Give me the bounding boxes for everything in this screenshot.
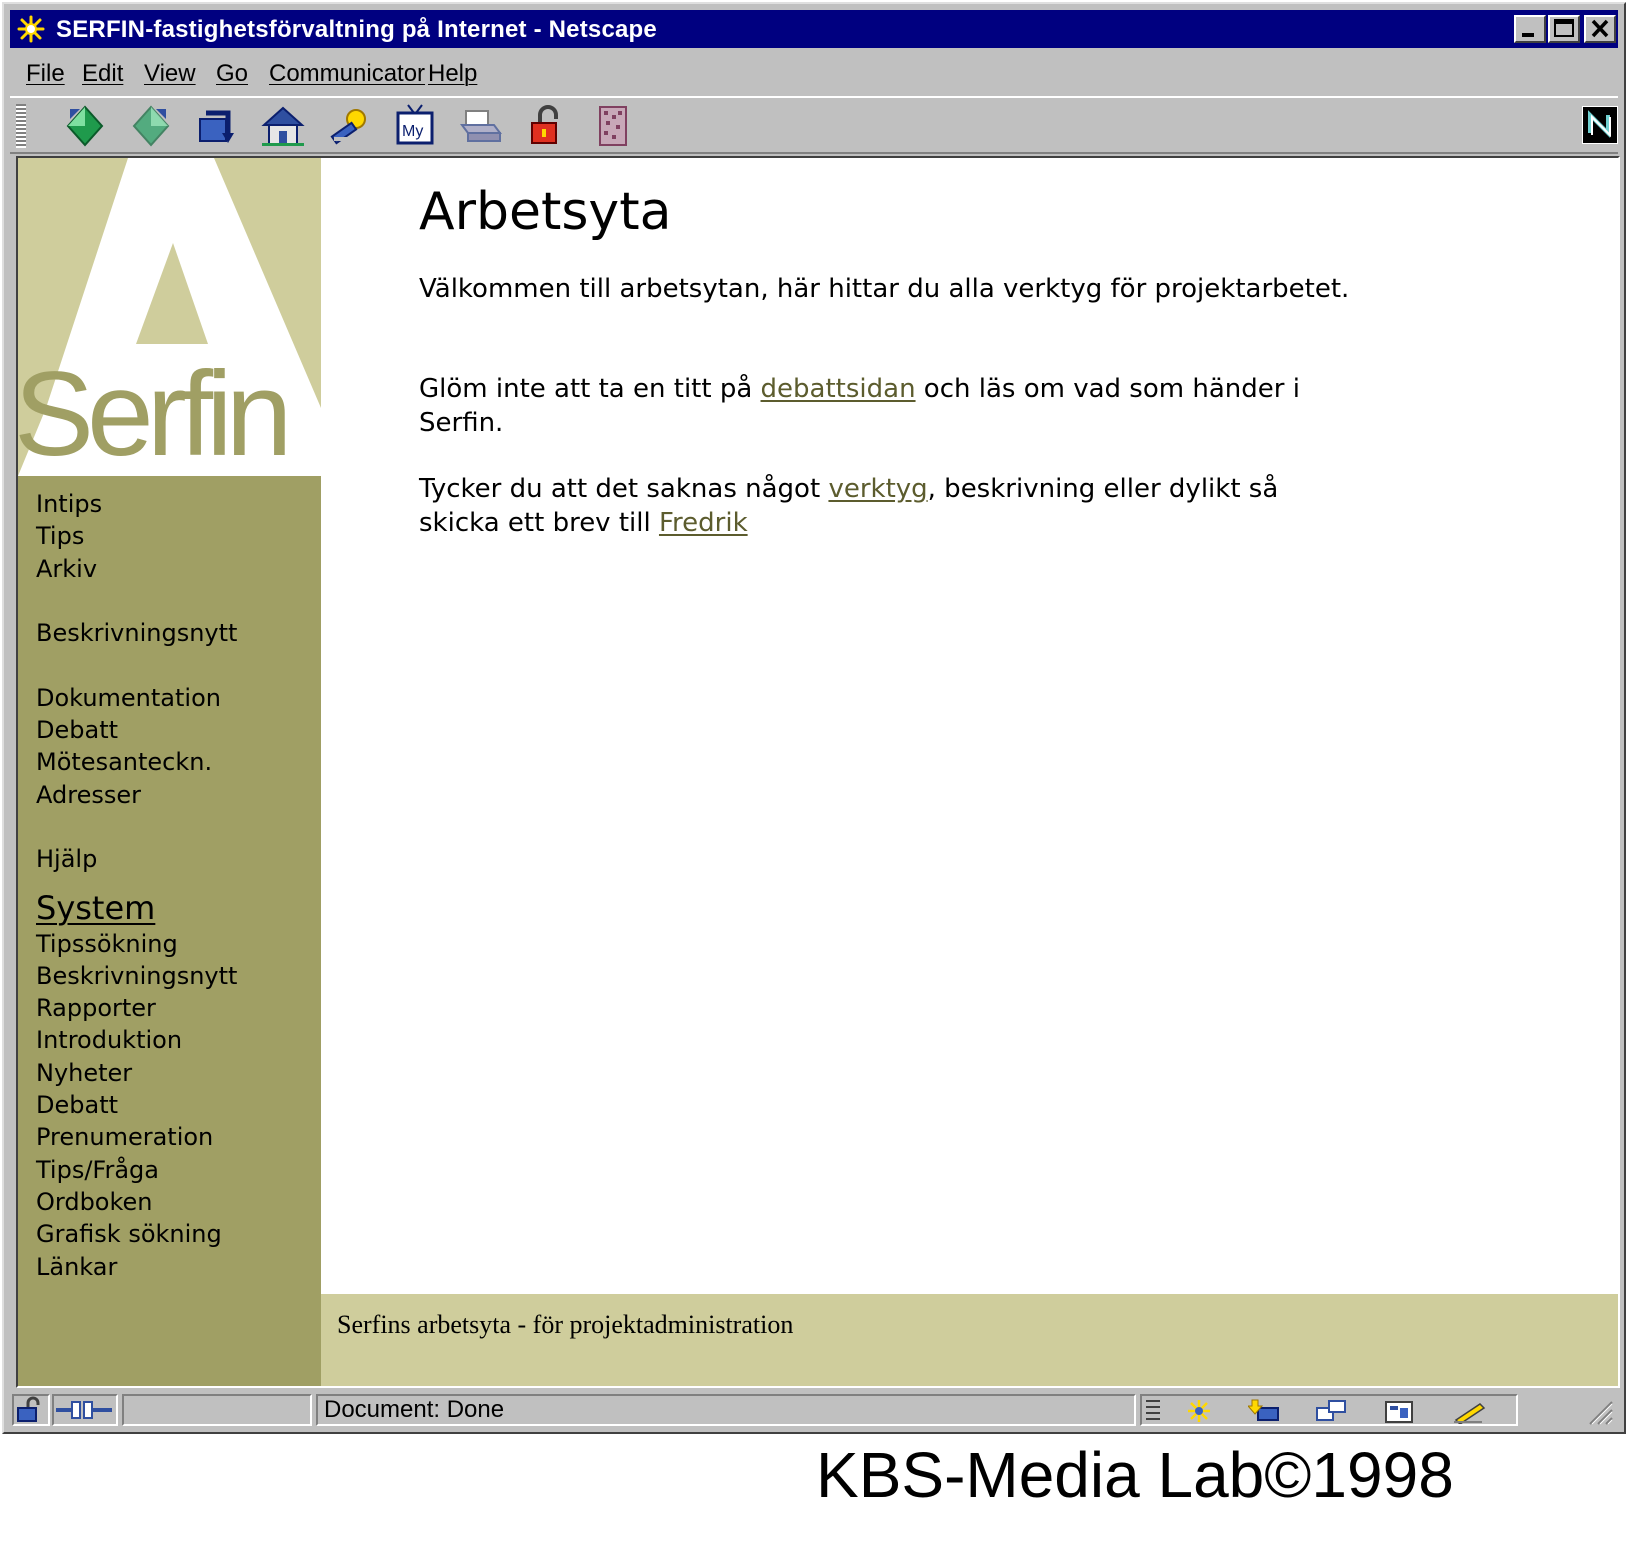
menu-bar: File Edit View Go Communicator Help	[10, 54, 1618, 94]
netscape-logo-button[interactable]	[1582, 106, 1618, 144]
back-icon[interactable]	[62, 103, 108, 149]
component-bar	[1140, 1394, 1518, 1426]
edit-page-icon[interactable]	[1452, 1398, 1486, 1424]
browser-window: SERFIN-fastighetsförvaltning på Internet…	[2, 2, 1626, 1434]
page-viewport: Serfin Intips Tips Arkiv Beskrivningsnyt…	[16, 156, 1620, 1388]
nav-system-nyheter[interactable]: Nyheter	[36, 1057, 237, 1089]
debattsidan-link[interactable]: debattsidan	[761, 374, 916, 404]
feedback-paragraph: Tycker du att det saknas något verktyg, …	[419, 472, 1359, 540]
status-bar: Document: Done	[10, 1392, 1618, 1430]
netscape-window-icon	[16, 14, 46, 44]
close-icon	[1591, 19, 1609, 38]
status-message: Document: Done	[324, 1396, 505, 1423]
nav-motesanteckn[interactable]: Mötesanteckn.	[36, 746, 237, 778]
discussion-groups-icon[interactable]	[1314, 1398, 1348, 1424]
footer-text: Serfins arbetsyta - för projektadministr…	[337, 1310, 794, 1339]
stop-icon[interactable]	[590, 103, 636, 149]
welcome-paragraph: Välkommen till arbetsytan, här hittar du…	[419, 274, 1350, 304]
serfin-logo: Serfin	[18, 158, 321, 476]
sidebar: Serfin Intips Tips Arkiv Beskrivningsnyt…	[18, 158, 321, 1386]
unlocked-padlock-icon	[17, 1396, 40, 1422]
navigation-toolbar: My	[10, 96, 1618, 154]
nav-tips[interactable]: Tips	[36, 520, 237, 552]
status-connection[interactable]	[52, 1394, 118, 1426]
window-title: SERFIN-fastighetsförvaltning på Internet…	[56, 16, 657, 43]
navigator-icon[interactable]	[1182, 1398, 1216, 1424]
connection-plug-icon	[56, 1401, 112, 1419]
status-progress	[122, 1394, 312, 1426]
toolbar-grip[interactable]	[16, 104, 26, 148]
status-message-panel: Document: Done	[316, 1394, 1136, 1426]
status-security[interactable]	[12, 1394, 50, 1426]
composer-icon[interactable]	[1382, 1398, 1416, 1424]
my-netscape-label: My	[402, 123, 423, 140]
nav-system-lankar[interactable]: Länkar	[36, 1251, 237, 1283]
nav-hjalp[interactable]: Hjälp	[36, 843, 237, 875]
reload-icon[interactable]	[194, 103, 240, 149]
search-icon[interactable]	[326, 103, 372, 149]
page-title: Arbetsyta	[419, 182, 672, 242]
minimize-button[interactable]	[1514, 15, 1546, 43]
nav-system-tips-fraga[interactable]: Tips/Fråga	[36, 1154, 237, 1186]
verktyg-link[interactable]: verktyg	[828, 474, 927, 504]
nav-dokumentation[interactable]: Dokumentation	[36, 682, 237, 714]
main-content: Arbetsyta Välkommen till arbetsytan, här…	[321, 158, 1618, 1294]
nav-adresser[interactable]: Adresser	[36, 779, 237, 811]
nav-system-rapporter[interactable]: Rapporter	[36, 992, 237, 1024]
fredrik-link[interactable]: Fredrik	[659, 508, 748, 538]
nav-system-grafisk-sokning[interactable]: Grafisk sökning	[36, 1218, 237, 1250]
forward-icon[interactable]	[128, 103, 174, 149]
nav-intips[interactable]: Intips	[36, 488, 237, 520]
logo-word: Serfin	[18, 347, 292, 476]
nav-system-debatt[interactable]: Debatt	[36, 1089, 237, 1121]
nav-debatt[interactable]: Debatt	[36, 714, 237, 746]
maximize-icon	[1554, 19, 1574, 37]
menu-view[interactable]: View	[144, 60, 196, 88]
menu-edit[interactable]: Edit	[82, 60, 123, 88]
nav-system-introduktion[interactable]: Introduktion	[36, 1024, 237, 1056]
credit-caption: KBS-Media Lab©1998	[816, 1439, 1454, 1511]
mailbox-icon[interactable]	[1248, 1398, 1282, 1424]
debate-text-before: Glöm inte att ta en titt på	[419, 374, 761, 404]
netscape-n-icon	[1583, 107, 1617, 143]
component-grip-icon[interactable]	[1144, 1398, 1162, 1424]
title-bar[interactable]: SERFIN-fastighetsförvaltning på Internet…	[10, 10, 1618, 48]
menu-help[interactable]: Help	[428, 60, 477, 88]
menu-communicator[interactable]: Communicator	[269, 60, 425, 88]
feedback-text-before: Tycker du att det saknas något	[419, 474, 829, 504]
page-footer: Serfins arbetsyta - för projektadministr…	[321, 1294, 1618, 1386]
maximize-button[interactable]	[1548, 15, 1580, 43]
security-icon[interactable]	[524, 103, 570, 149]
minimize-icon	[1522, 33, 1534, 37]
debate-paragraph: Glöm inte att ta en titt på debattsidan …	[419, 372, 1359, 440]
nav-system-tipssokning[interactable]: Tipssökning	[36, 928, 237, 960]
nav-system-heading[interactable]: System	[36, 888, 237, 928]
menu-go[interactable]: Go	[216, 60, 248, 88]
resize-grip-icon[interactable]	[1584, 1396, 1614, 1426]
menu-file[interactable]: File	[26, 60, 65, 88]
home-icon[interactable]	[260, 103, 306, 149]
nav-system-prenumeration[interactable]: Prenumeration	[36, 1121, 237, 1153]
nav-system-beskrivningsnytt[interactable]: Beskrivningsnytt	[36, 960, 237, 992]
nav-beskrivningsnytt[interactable]: Beskrivningsnytt	[36, 617, 237, 649]
sidebar-nav: Intips Tips Arkiv Beskrivningsnytt Dokum…	[36, 488, 237, 1283]
my-netscape-icon[interactable]: My	[392, 103, 438, 149]
nav-arkiv[interactable]: Arkiv	[36, 553, 237, 585]
close-button[interactable]	[1584, 15, 1616, 43]
nav-system-ordboken[interactable]: Ordboken	[36, 1186, 237, 1218]
print-icon[interactable]	[458, 103, 504, 149]
